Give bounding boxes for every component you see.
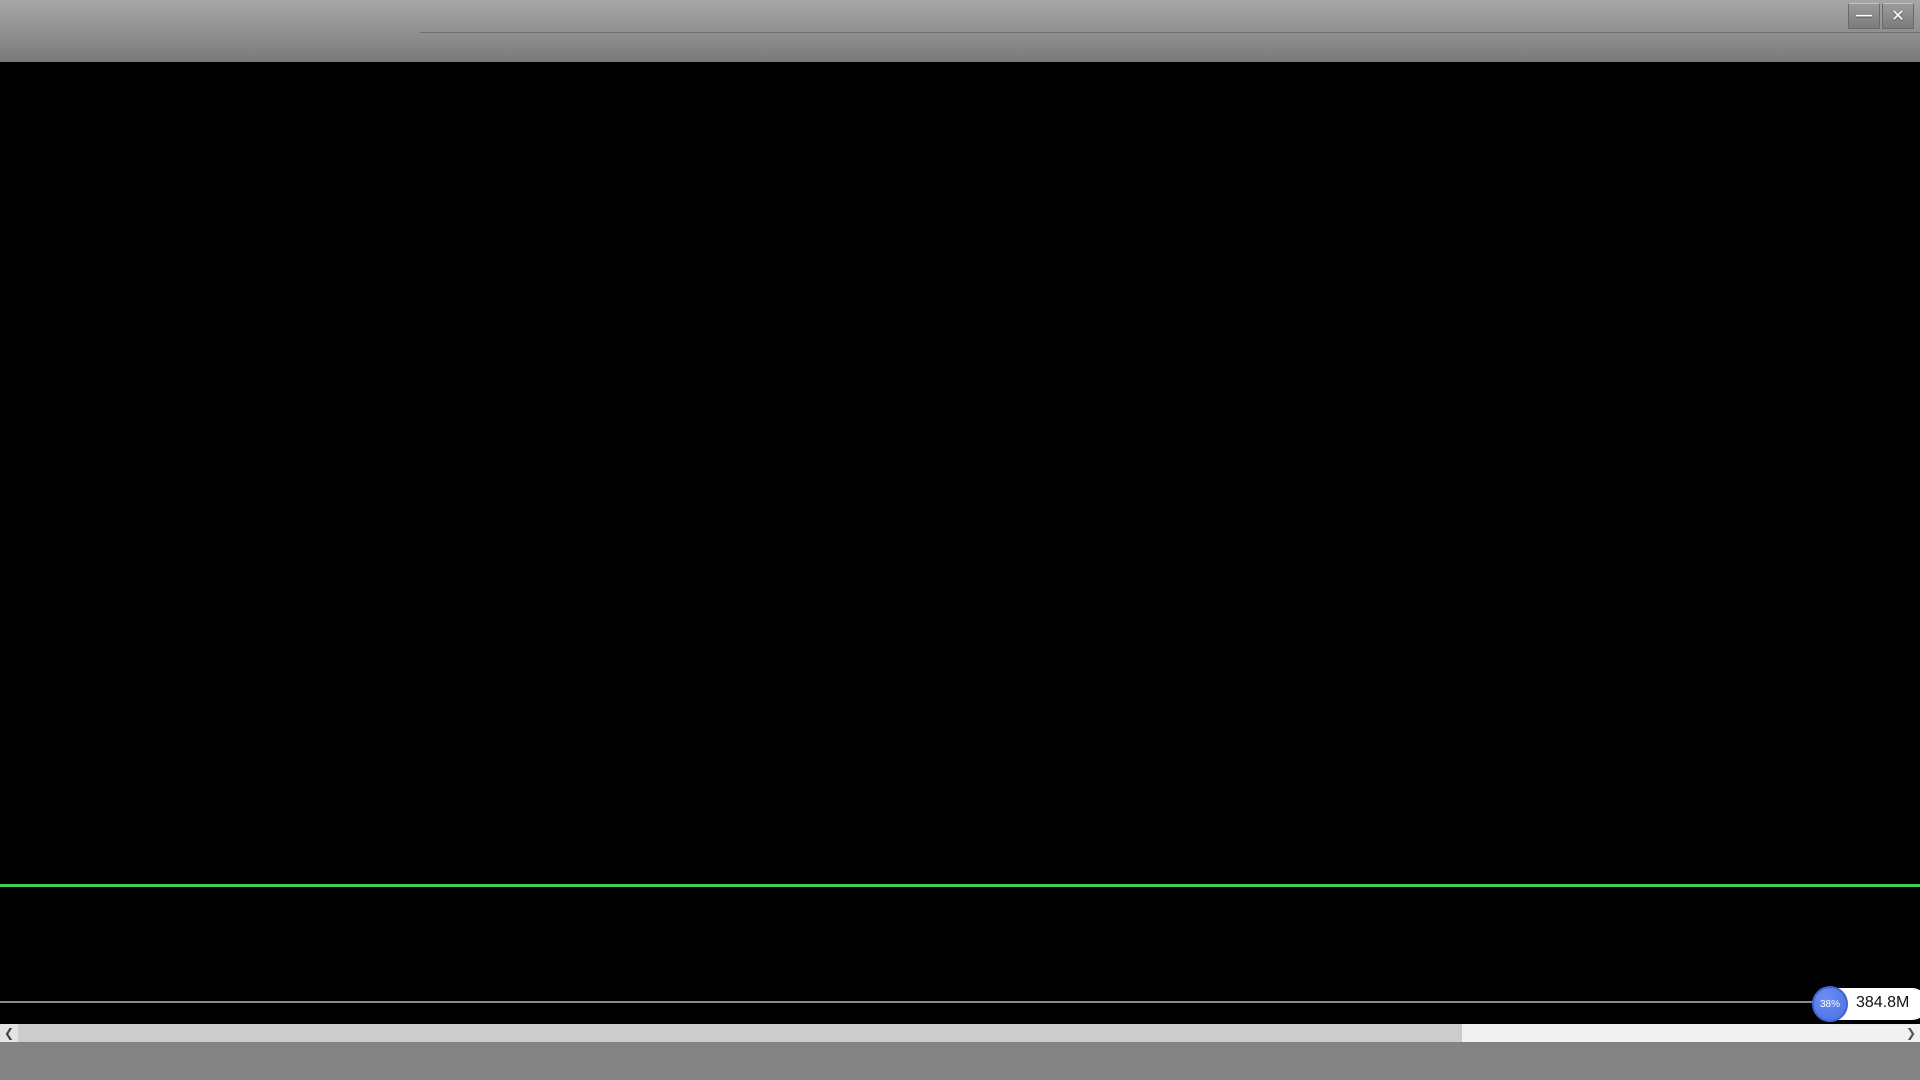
tab-row bbox=[420, 0, 1920, 33]
memory-usage-badge: 38% 384.8M bbox=[1812, 986, 1920, 1022]
progress-percent: 38% bbox=[1812, 986, 1848, 1022]
toolbar: — ✕ bbox=[0, 0, 1920, 62]
window-controls: — ✕ bbox=[1848, 3, 1914, 29]
minimize-button[interactable]: — bbox=[1848, 3, 1880, 29]
nesting-canvas-area bbox=[0, 62, 1920, 884]
scrollbar-thumb[interactable] bbox=[18, 1024, 1462, 1042]
piece-filmstrip bbox=[0, 884, 1920, 1003]
ribbon-row bbox=[423, 33, 1920, 62]
close-button[interactable]: ✕ bbox=[1882, 3, 1914, 29]
scroll-left-arrow-icon[interactable]: ❮ bbox=[0, 1024, 18, 1042]
scroll-right-arrow-icon[interactable]: ❯ bbox=[1902, 1024, 1920, 1042]
status-bar bbox=[0, 1042, 1920, 1080]
nesting-canvas[interactable] bbox=[0, 62, 1920, 884]
menu-area: — ✕ bbox=[420, 0, 1920, 62]
memory-value: 384.8M bbox=[1856, 994, 1909, 1012]
horizontal-scrollbar[interactable]: ❮ ❯ bbox=[0, 1024, 1920, 1042]
